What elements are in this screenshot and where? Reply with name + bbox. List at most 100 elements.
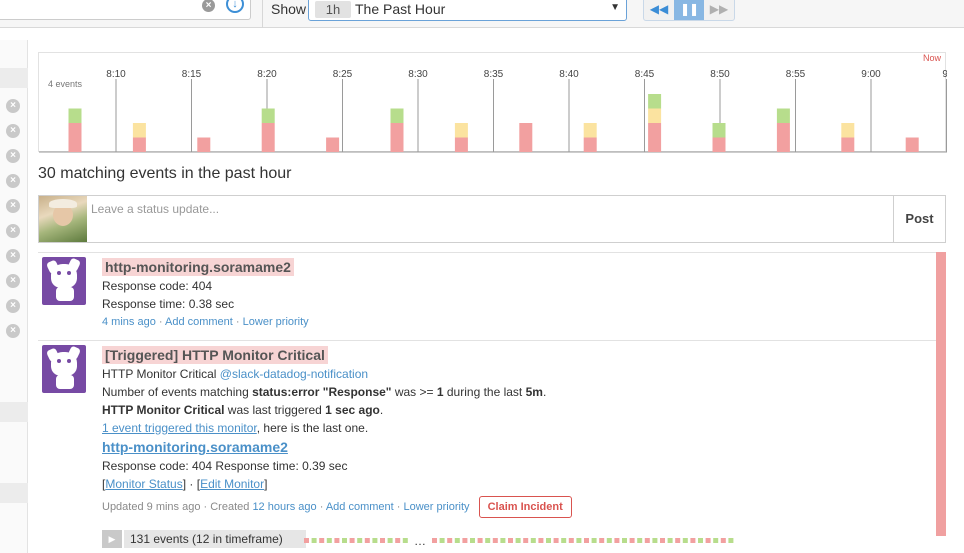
related-event-dot[interactable] [667, 538, 673, 543]
related-event-dot[interactable] [675, 538, 681, 543]
monitor-status-link[interactable]: Monitor Status [105, 477, 182, 491]
lower-priority-link[interactable]: Lower priority [403, 501, 469, 513]
remove-filter-icon[interactable]: × [6, 324, 20, 338]
histogram-bar-success[interactable] [261, 108, 275, 124]
add-comment-link[interactable]: Add comment [165, 316, 233, 328]
download-icon[interactable]: ↓ [226, 0, 244, 13]
related-event-dot[interactable] [349, 538, 355, 543]
histogram-bar-error[interactable] [261, 123, 275, 152]
related-event-dot[interactable] [644, 538, 650, 543]
histogram-bar-warning[interactable] [583, 123, 597, 138]
related-event-dot[interactable] [682, 538, 688, 543]
related-event-dot[interactable] [334, 538, 340, 543]
related-event-dot[interactable] [599, 538, 605, 543]
related-event-dot[interactable] [553, 538, 559, 543]
related-event-dot[interactable] [728, 538, 734, 543]
related-event-dot[interactable] [637, 538, 643, 543]
related-event-dot[interactable] [485, 538, 491, 543]
histogram-bar-error[interactable] [776, 123, 790, 152]
histogram-bar-warning[interactable] [648, 108, 662, 124]
edit-monitor-link[interactable]: Edit Monitor [200, 477, 264, 491]
remove-filter-icon[interactable]: × [6, 99, 20, 113]
histogram-bar-error[interactable] [197, 137, 211, 153]
claim-incident-button[interactable]: Claim Incident [478, 496, 572, 518]
related-event-dot[interactable] [576, 538, 582, 543]
related-event-dot[interactable] [652, 538, 658, 543]
related-event-dot[interactable] [660, 538, 665, 543]
related-event-dot[interactable] [530, 538, 536, 543]
related-event-dot[interactable] [454, 538, 460, 543]
related-event-dot[interactable] [380, 538, 385, 543]
related-event-dot[interactable] [439, 538, 445, 543]
histogram-bar-success[interactable] [712, 123, 726, 138]
related-event-dot[interactable] [447, 538, 453, 543]
related-event-dot[interactable] [698, 538, 703, 543]
search-input[interactable]: × ↓ [0, 0, 251, 20]
notification-handle-link[interactable]: @slack-datadog-notification [220, 367, 368, 381]
related-event-dot[interactable] [713, 538, 719, 543]
histogram-bar-error[interactable] [326, 137, 340, 153]
related-event-dot[interactable] [326, 538, 332, 543]
related-event-dot[interactable] [462, 538, 468, 543]
remove-filter-icon[interactable]: × [6, 199, 20, 213]
histogram-bar-error[interactable] [68, 123, 82, 152]
related-event-dot[interactable] [477, 538, 483, 543]
histogram-bar-error[interactable] [390, 123, 404, 152]
related-event-dot[interactable] [606, 538, 612, 543]
time-range-select[interactable]: 1h The Past Hour ▼ [308, 0, 627, 21]
related-event-dot[interactable] [395, 538, 401, 543]
fast-forward-button[interactable]: ▶▶ [704, 0, 734, 20]
related-event-dot[interactable] [523, 538, 529, 543]
event-histogram[interactable]: 8:10 8:15 8:20 8:25 8:30 8:35 8:40 8:45 8:50 8:55… [38, 52, 947, 153]
remove-filter-icon[interactable]: × [6, 149, 20, 163]
histogram-bar-warning[interactable] [454, 123, 468, 138]
related-event-dot[interactable] [561, 538, 567, 543]
histogram-bar-error[interactable] [648, 123, 662, 152]
remove-filter-icon[interactable]: × [6, 124, 20, 138]
related-event-dot[interactable] [508, 538, 513, 543]
related-event-dot[interactable] [387, 538, 393, 543]
event-title[interactable]: http-monitoring.soramame2 [102, 258, 294, 276]
related-event-dot[interactable] [357, 538, 363, 543]
related-event-dot[interactable] [342, 538, 347, 543]
lower-priority-link[interactable]: Lower priority [243, 316, 309, 328]
play-icon[interactable]: ▶ [102, 530, 122, 548]
histogram-bar-warning[interactable] [841, 123, 855, 138]
related-event-dot[interactable] [568, 538, 574, 543]
related-event-dot[interactable] [538, 538, 544, 543]
pause-button[interactable]: ❚❚ [674, 0, 704, 20]
histogram-bar-success[interactable] [776, 108, 790, 124]
related-event-dot[interactable] [614, 538, 620, 543]
related-event-dot[interactable] [372, 538, 378, 543]
clear-search-icon[interactable]: × [202, 0, 215, 12]
related-event-dot[interactable] [432, 538, 437, 543]
related-event-dot[interactable] [492, 538, 498, 543]
related-event-dot[interactable] [584, 538, 589, 543]
event-time-link[interactable]: 4 mins ago [102, 316, 156, 328]
related-event-dot[interactable] [311, 538, 317, 543]
related-event-dot[interactable] [402, 538, 408, 543]
related-event-dot[interactable] [500, 538, 506, 543]
related-event-dot[interactable] [720, 538, 726, 543]
histogram-bar-success[interactable] [390, 108, 404, 124]
histogram-bar-success[interactable] [68, 108, 82, 124]
histogram-bar-success[interactable] [648, 94, 662, 109]
rewind-button[interactable]: ◀◀ [644, 0, 674, 20]
related-event-dot[interactable] [622, 538, 627, 543]
histogram-bar-error[interactable] [841, 137, 855, 153]
related-event-dot[interactable] [319, 538, 325, 543]
remove-filter-icon[interactable]: × [6, 274, 20, 288]
related-event-dot[interactable] [546, 538, 551, 543]
histogram-bar-error[interactable] [905, 137, 919, 153]
related-event-dot[interactable] [690, 538, 696, 543]
related-event-dot[interactable] [515, 538, 521, 543]
remove-filter-icon[interactable]: × [6, 249, 20, 263]
histogram-bar-error[interactable] [583, 137, 597, 153]
status-update-input[interactable]: Leave a status update... [91, 202, 219, 216]
histogram-bar-error[interactable] [712, 137, 726, 153]
add-comment-link[interactable]: Add comment [326, 501, 394, 513]
related-event-dot[interactable] [304, 538, 309, 543]
event-title[interactable]: [Triggered] HTTP Monitor Critical [102, 346, 328, 364]
created-time-link[interactable]: 12 hours ago [252, 501, 316, 513]
related-event-dot[interactable] [470, 538, 475, 543]
